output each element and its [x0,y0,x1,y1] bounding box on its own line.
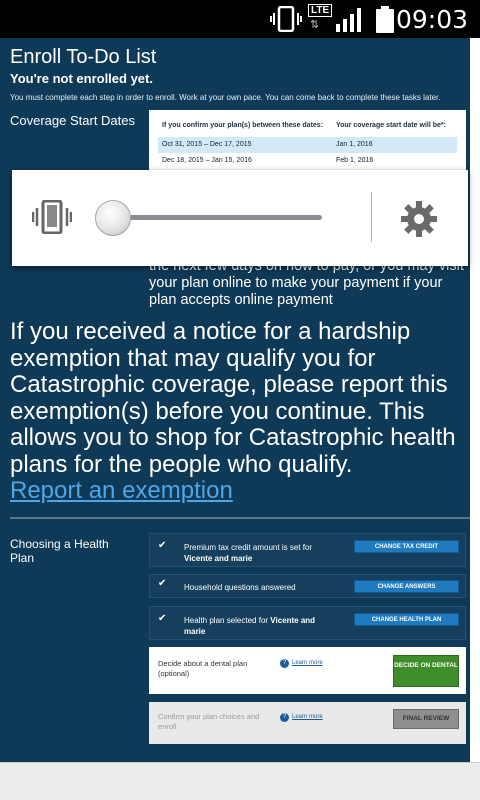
checkmark-icon: ✔ [158,578,167,589]
page-title: Enroll To-Do List [10,46,157,68]
learn-more-label: Learn more [292,714,323,720]
change-answers-button[interactable]: CHANGE ANSWERS [354,580,459,593]
learn-more-link[interactable]: Learn more [280,714,323,720]
task-final-review: Confirm your plan choices and enroll ? L… [149,702,466,744]
task-names: Vicente and marie [184,554,253,563]
vibrate-icon [270,5,302,37]
task-label: Premium tax credit amount is set for [184,543,313,552]
choosing-plan-heading: Choosing a Health Plan [10,537,109,565]
enroll-status: You're not enrolled yet. [10,71,153,86]
task-health-plan: ✔ Health plan selected for Vicente and m… [149,606,466,640]
data-arrows-icon: ⇅ [310,19,319,31]
checkmark-icon: ✔ [158,540,167,551]
task-tax-credit: ✔ Premium tax credit amount is set for V… [149,533,466,567]
section-divider [10,517,470,519]
table-row: Dec 18, 2015 – Jan 15, 2016 Feb 1, 2016 [158,153,457,169]
task-text: Health plan selected for Vicente and mar… [184,615,334,637]
coverage-start: Jan 1, 2016 [336,141,373,148]
coverage-range: Oct 31, 2015 – Dec 17, 2015 [162,141,252,148]
enroll-description: You must complete each step in order to … [10,93,441,102]
learn-more-label: Learn more [292,660,323,666]
hardship-notice: If you received a notice for a hardship … [10,318,468,505]
lte-icon: LTE [308,4,333,17]
decide-dental-button[interactable]: DECIDE ON DENTAL [393,655,459,687]
dental-text: Decide about a dental plan (optional) [158,659,248,678]
change-health-plan-button[interactable]: CHANGE HEALTH PLAN [354,613,459,626]
learn-more-link[interactable]: Learn more [280,660,323,666]
coverage-heading: Coverage Start Dates [10,113,136,128]
task-text: Household questions answered [184,583,296,592]
task-household: ✔ Household questions answered CHANGE AN… [149,574,466,598]
status-bar: LTE ⇅ 09:03 [0,0,480,38]
final-review-button[interactable]: FINAL REVIEW [393,709,459,729]
bottom-strip [0,762,480,800]
coverage-range: Dec 18, 2015 – Jan 15, 2016 [162,157,252,164]
report-exemption-link[interactable]: Report an exemption [10,477,233,504]
coverage-col1-header: If you confirm your plan(s) between thes… [162,122,324,129]
task-text: Premium tax credit amount is set for Vic… [184,542,334,564]
battery-icon [375,6,395,39]
status-clock: 09:03 [395,5,468,34]
vibrate-icon[interactable] [31,199,73,239]
settings-gear-icon[interactable] [400,200,438,243]
coverage-col2-header: Your coverage start date will be*: [336,122,446,129]
scroll-gutter [470,38,480,762]
checkmark-icon: ✔ [158,613,167,624]
volume-panel [12,170,468,266]
signal-icon [336,6,366,37]
enroll-page: Enroll To-Do List You're not enrolled ye… [0,38,470,762]
volume-slider-knob[interactable] [95,200,131,236]
coverage-start: Feb 1, 2016 [336,157,374,164]
volume-slider-track[interactable] [112,215,322,220]
final-text: Confirm your plan choices and enroll [158,712,260,731]
change-tax-credit-button[interactable]: CHANGE TAX CREDIT [354,540,459,553]
hardship-notice-text: If you received a notice for a hardship … [10,318,456,478]
panel-divider [371,192,372,242]
table-row: Oct 31, 2015 – Dec 17, 2015 Jan 1, 2016 [158,137,457,153]
task-label: Health plan selected for [184,616,269,625]
task-dental: Decide about a dental plan (optional) ? … [149,647,466,694]
